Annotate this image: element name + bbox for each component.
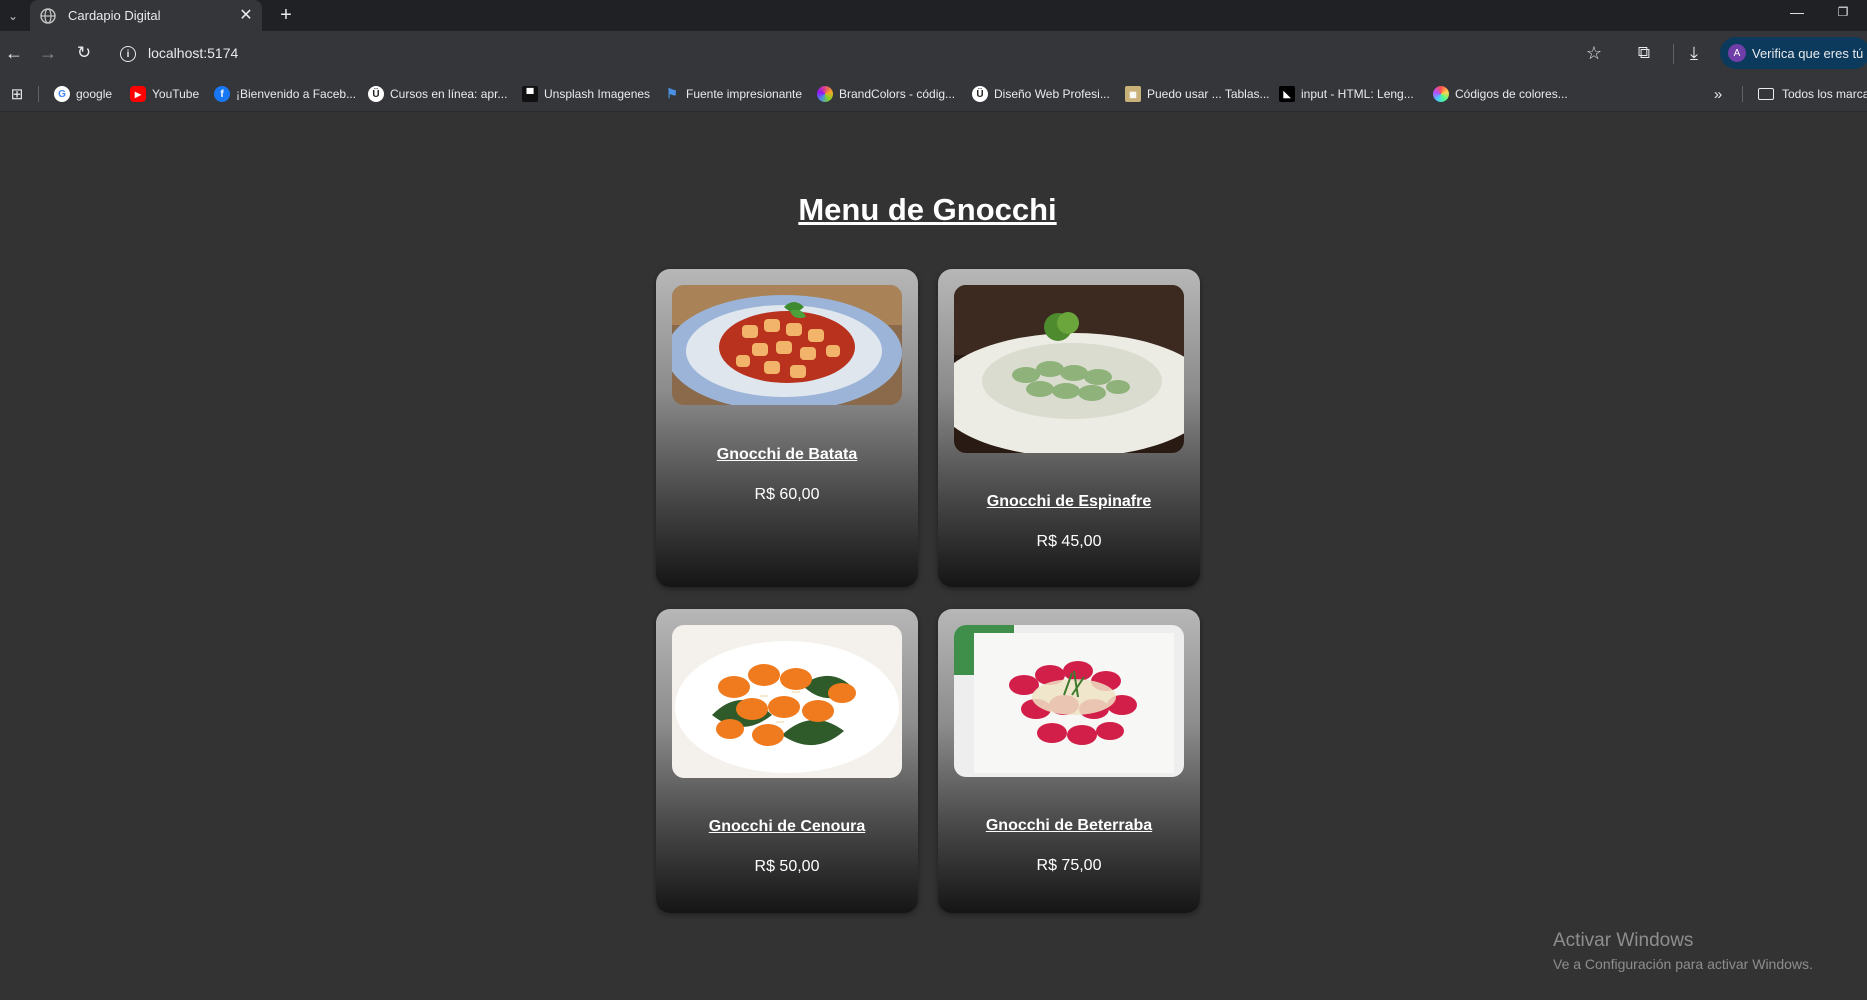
watermark-subtitle: Ve a Configuración para activar Windows. bbox=[1553, 956, 1813, 972]
bookmark-unsplash[interactable]: ▀ Unsplash Imagenes bbox=[522, 84, 650, 104]
menu-item-price: R$ 75,00 bbox=[1036, 857, 1102, 874]
menu-card-batata[interactable]: Gnocchi de Batata R$ 60,00 bbox=[656, 269, 918, 587]
youtube-icon: ▶ bbox=[130, 86, 146, 102]
toolbar-divider bbox=[1673, 44, 1674, 64]
minimize-icon[interactable]: — bbox=[1780, 0, 1814, 24]
menu-item-price: R$ 45,00 bbox=[1036, 533, 1102, 550]
bookmark-caniuse[interactable]: ▦ Puedo usar ... Tablas... bbox=[1125, 84, 1270, 104]
flag-icon: ⚑ bbox=[666, 86, 678, 101]
brandcolors-icon bbox=[817, 86, 833, 102]
gnocchi-batata-photo bbox=[672, 285, 902, 405]
facebook-icon: f bbox=[214, 86, 230, 102]
address-bar[interactable]: localhost:5174 bbox=[148, 45, 238, 61]
tab-search-chevron-icon[interactable]: ⌄ bbox=[0, 0, 26, 31]
site-info-icon[interactable]: i bbox=[120, 46, 136, 62]
bookmarks-divider bbox=[1742, 86, 1743, 102]
profile-label: Verifica que eres tú bbox=[1752, 45, 1864, 61]
bookmark-label: ¡Bienvenido a Faceb... bbox=[236, 87, 357, 101]
google-icon: G bbox=[54, 86, 70, 102]
more-bookmarks-chevron-icon[interactable]: » bbox=[1708, 84, 1728, 104]
menu-item-name: Gnocchi de Batata bbox=[716, 446, 858, 463]
gnocchi-cenoura-photo bbox=[672, 625, 902, 778]
bookmark-label: google bbox=[76, 87, 113, 101]
caniuse-icon: ▦ bbox=[1125, 86, 1141, 102]
new-tab-plus-icon[interactable]: + bbox=[272, 2, 300, 28]
bookmark-brandcolors[interactable]: BrandColors - códig... bbox=[817, 84, 955, 104]
bookmark-codigos-colores[interactable]: Códigos de colores... bbox=[1433, 84, 1568, 104]
bookmark-label: Diseño Web Profesi... bbox=[994, 87, 1110, 101]
close-tab-icon[interactable]: ✕ bbox=[238, 7, 254, 24]
reload-icon[interactable]: ↻ bbox=[70, 39, 98, 67]
bookmark-youtube[interactable]: ▶ YouTube bbox=[130, 84, 199, 104]
page-viewport: Menu de Gnocchi Gnocchi de Batata R$ 60,… bbox=[0, 112, 1867, 1000]
bookmark-star-icon[interactable]: ☆ bbox=[1580, 39, 1608, 67]
menu-item-name: Gnocchi de Espinafre bbox=[986, 493, 1152, 510]
bookmark-facebook[interactable]: f ¡Bienvenido a Faceb... bbox=[214, 84, 356, 104]
download-icon[interactable]: ⤓ bbox=[1680, 39, 1708, 67]
bookmark-label: YouTube bbox=[152, 87, 200, 101]
bookmark-label: Códigos de colores... bbox=[1455, 87, 1568, 101]
bookmark-diseno-web[interactable]: Ü Diseño Web Profesi... bbox=[972, 84, 1110, 104]
bookmark-label: Unsplash Imagenes bbox=[544, 87, 651, 101]
profile-button[interactable]: A Verifica que eres tú bbox=[1720, 37, 1867, 69]
menu-item-name: Gnocchi de Beterraba bbox=[985, 817, 1153, 834]
menu-item-price: R$ 60,00 bbox=[754, 486, 820, 503]
all-bookmarks-label: Todos los marca bbox=[1782, 87, 1867, 101]
browser-toolbar: ← → ↻ i localhost:5174 ☆ ⧉ ⤓ A Verifica … bbox=[0, 31, 1867, 76]
gnocchi-beterraba-photo bbox=[954, 625, 1184, 777]
menu-card-espinafre[interactable]: Gnocchi de Espinafre R$ 45,00 bbox=[938, 269, 1200, 587]
all-bookmarks-folder[interactable]: Todos los marca bbox=[1758, 84, 1867, 104]
extensions-icon[interactable]: ⧉ bbox=[1630, 39, 1658, 67]
bookmark-cursos[interactable]: Ü Cursos en línea: apr... bbox=[368, 84, 507, 104]
restore-window-icon[interactable]: ❐ bbox=[1826, 0, 1860, 24]
bookmark-label: input - HTML: Leng... bbox=[1301, 87, 1414, 101]
avatar: A bbox=[1728, 44, 1746, 62]
forward-arrow-icon[interactable]: → bbox=[34, 39, 62, 67]
udemy-icon: Ü bbox=[368, 86, 384, 102]
gnocchi-espinafre-photo bbox=[954, 285, 1184, 453]
tab-cardapio-digital[interactable]: Cardapio Digital ✕ bbox=[30, 0, 262, 31]
bookmark-google[interactable]: G google bbox=[54, 84, 112, 104]
apps-grid-icon[interactable]: ⊞ bbox=[8, 85, 26, 103]
menu-item-name: Gnocchi de Cenoura bbox=[708, 818, 866, 835]
bookmark-fuente[interactable]: ⚑ Fuente impresionante bbox=[664, 84, 802, 104]
bookmark-mdn[interactable]: ◣ input - HTML: Leng... bbox=[1279, 84, 1414, 104]
bookmark-label: Fuente impresionante bbox=[686, 87, 803, 101]
back-arrow-icon[interactable]: ← bbox=[0, 39, 28, 67]
colorwheel-icon bbox=[1433, 86, 1449, 102]
folder-icon bbox=[1758, 88, 1774, 100]
unsplash-icon: ▀ bbox=[522, 86, 538, 102]
windows-activation-watermark: Activar Windows Ve a Configuración para … bbox=[1553, 930, 1813, 972]
menu-item-price: R$ 50,00 bbox=[754, 858, 820, 875]
udemy-icon: Ü bbox=[972, 86, 988, 102]
bookmarks-bar: ⊞ G google ▶ YouTube f ¡Bienvenido a Fac… bbox=[0, 76, 1867, 112]
tab-title: Cardapio Digital bbox=[68, 8, 161, 23]
bookmark-label: Puedo usar ... Tablas... bbox=[1147, 87, 1270, 101]
bookmark-label: Cursos en línea: apr... bbox=[390, 87, 508, 101]
bookmark-label: BrandColors - códig... bbox=[839, 87, 956, 101]
tab-strip: ⌄ Cardapio Digital ✕ + — ❐ bbox=[0, 0, 1867, 31]
bookmarks-divider bbox=[38, 86, 39, 102]
menu-card-cenoura[interactable]: Gnocchi de Cenoura R$ 50,00 bbox=[656, 609, 918, 913]
watermark-title: Activar Windows bbox=[1553, 930, 1694, 951]
mdn-icon: ◣ bbox=[1279, 86, 1295, 102]
globe-icon bbox=[40, 7, 56, 24]
page-title: Menu de Gnocchi bbox=[798, 192, 1057, 227]
menu-card-beterraba[interactable]: Gnocchi de Beterraba R$ 75,00 bbox=[938, 609, 1200, 913]
